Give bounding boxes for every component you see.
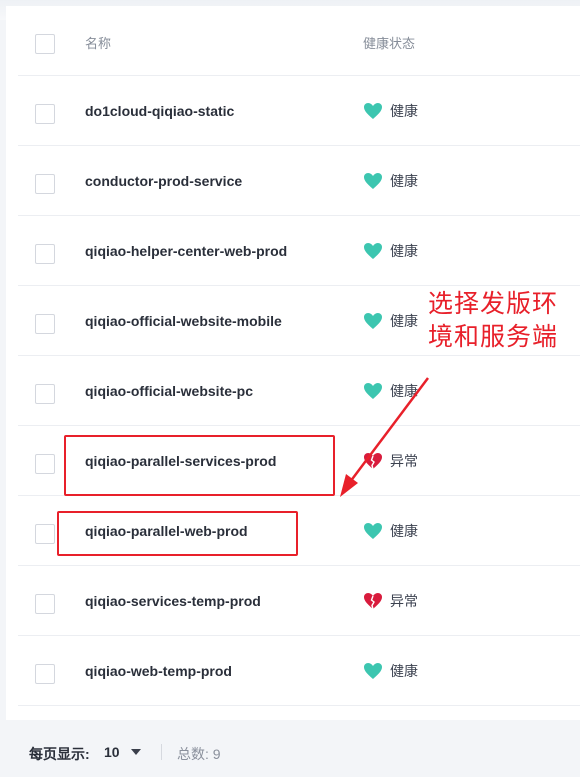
table-row[interactable]: qiqiao-services-temp-prod 异常: [18, 566, 580, 636]
health-status-label: 健康: [390, 173, 418, 189]
service-name: conductor-prod-service: [85, 173, 243, 189]
healthy-heart-icon: [363, 382, 383, 400]
column-header-status: 健康状态: [363, 36, 416, 51]
health-status: 异常: [363, 566, 418, 636]
health-status-label: 异常: [390, 453, 418, 469]
table-row[interactable]: qiqiao-helper-center-web-prod 健康: [18, 216, 580, 286]
health-status: 健康: [363, 146, 418, 216]
column-header-name: 名称: [85, 36, 112, 51]
service-table: 名称 健康状态 do1cloud-qiqiao-static 健康 conducto…: [6, 6, 580, 720]
row-checkbox[interactable]: [35, 384, 55, 404]
health-status-label: 健康: [390, 663, 418, 679]
health-status: 健康: [363, 76, 418, 146]
health-status-label: 健康: [390, 243, 418, 259]
select-all-checkbox[interactable]: [35, 34, 55, 54]
broken-heart-icon: [363, 452, 383, 470]
highlight-box-web: [57, 511, 298, 556]
healthy-heart-icon: [363, 172, 383, 190]
row-checkbox[interactable]: [35, 594, 55, 614]
service-name: qiqiao-web-temp-prod: [85, 663, 232, 679]
annotation-text: 选择发版环 境和服务端: [428, 288, 568, 354]
row-checkbox[interactable]: [35, 244, 55, 264]
table-row[interactable]: qiqiao-web-temp-prod 健康: [18, 636, 580, 706]
health-status-label: 健康: [390, 103, 418, 119]
table-row[interactable]: conductor-prod-service 健康: [18, 146, 580, 216]
health-status-label: 健康: [390, 313, 418, 329]
health-status: 健康: [363, 496, 418, 566]
healthy-heart-icon: [363, 522, 383, 540]
table-header: 名称 健康状态: [18, 6, 580, 76]
page-size-label: 每页显示:: [29, 746, 90, 762]
healthy-heart-icon: [363, 312, 383, 330]
service-name: qiqiao-official-website-mobile: [85, 313, 282, 329]
page-size-select[interactable]: 10: [104, 744, 120, 760]
service-name: qiqiao-services-temp-prod: [85, 593, 261, 609]
health-status: 健康: [363, 216, 418, 286]
service-name: qiqiao-official-website-pc: [85, 383, 254, 399]
broken-heart-icon: [363, 592, 383, 610]
divider: [161, 744, 162, 760]
health-status-label: 异常: [390, 593, 418, 609]
healthy-heart-icon: [363, 662, 383, 680]
pagination-bar: 每页显示: 10 总数: 9: [6, 722, 580, 777]
row-checkbox[interactable]: [35, 524, 55, 544]
highlight-box-services: [64, 435, 335, 496]
table-row[interactable]: qiqiao-official-website-pc 健康: [18, 356, 580, 426]
health-status: 异常: [363, 426, 418, 496]
row-checkbox[interactable]: [35, 174, 55, 194]
service-name: qiqiao-helper-center-web-prod: [85, 243, 288, 259]
health-status-label: 健康: [390, 383, 418, 399]
row-checkbox[interactable]: [35, 454, 55, 474]
health-status: 健康: [363, 286, 418, 356]
total-count: 总数: 9: [177, 746, 221, 762]
healthy-heart-icon: [363, 102, 383, 120]
row-checkbox[interactable]: [35, 104, 55, 124]
healthy-heart-icon: [363, 242, 383, 260]
chevron-down-icon[interactable]: [131, 749, 141, 755]
health-status-label: 健康: [390, 523, 418, 539]
table-row[interactable]: do1cloud-qiqiao-static 健康: [18, 76, 580, 146]
row-checkbox[interactable]: [35, 314, 55, 334]
row-checkbox[interactable]: [35, 664, 55, 684]
service-name: do1cloud-qiqiao-static: [85, 103, 235, 119]
annotation-line-1: 选择发版环: [428, 290, 559, 318]
health-status: 健康: [363, 356, 418, 426]
health-status: 健康: [363, 636, 418, 706]
annotation-line-2: 境和服务端: [428, 323, 559, 351]
